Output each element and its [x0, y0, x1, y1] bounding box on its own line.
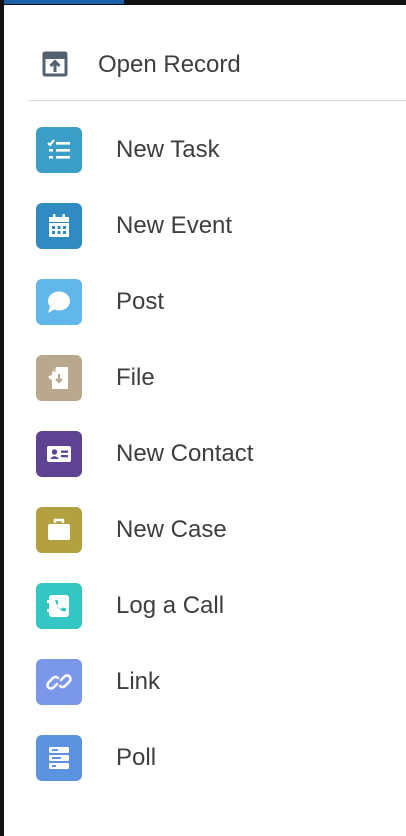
new-task-item[interactable]: New Task: [4, 110, 406, 186]
new-contact-item[interactable]: New Contact: [4, 414, 406, 490]
post-icon: [36, 279, 82, 325]
poll-item[interactable]: Poll: [4, 718, 406, 794]
open-record-icon: [42, 51, 68, 77]
link-icon: [36, 659, 82, 705]
new-case-label: New Case: [116, 516, 227, 543]
log-a-call-label: Log a Call: [116, 592, 225, 619]
new-event-label: New Event: [116, 212, 233, 239]
divider: [28, 100, 406, 101]
task-icon: [36, 127, 82, 173]
open-record-button[interactable]: Open Record: [4, 27, 406, 93]
post-label: Post: [116, 288, 165, 315]
post-item[interactable]: Post: [4, 262, 406, 338]
action-list: Open Record New Task New Event Post File…: [4, 5, 406, 836]
case-icon: [36, 507, 82, 553]
new-contact-label: New Contact: [116, 440, 254, 467]
new-task-label: New Task: [116, 136, 220, 163]
link-item[interactable]: Link: [4, 642, 406, 718]
contact-icon: [36, 431, 82, 477]
event-icon: [36, 203, 82, 249]
quick-action-menu: Open Record New Task New Event Post File…: [0, 0, 406, 836]
new-event-item[interactable]: New Event: [4, 186, 406, 262]
link-label: Link: [116, 668, 161, 695]
open-record-label: Open Record: [98, 51, 241, 78]
log-a-call-item[interactable]: Log a Call: [4, 566, 406, 642]
poll-label: Poll: [116, 744, 157, 771]
file-label: File: [116, 364, 155, 391]
call-icon: [36, 583, 82, 629]
window-border-accent: [4, 0, 124, 4]
new-case-item[interactable]: New Case: [4, 490, 406, 566]
poll-icon: [36, 735, 82, 781]
file-icon: [36, 355, 82, 401]
file-item[interactable]: File: [4, 338, 406, 414]
